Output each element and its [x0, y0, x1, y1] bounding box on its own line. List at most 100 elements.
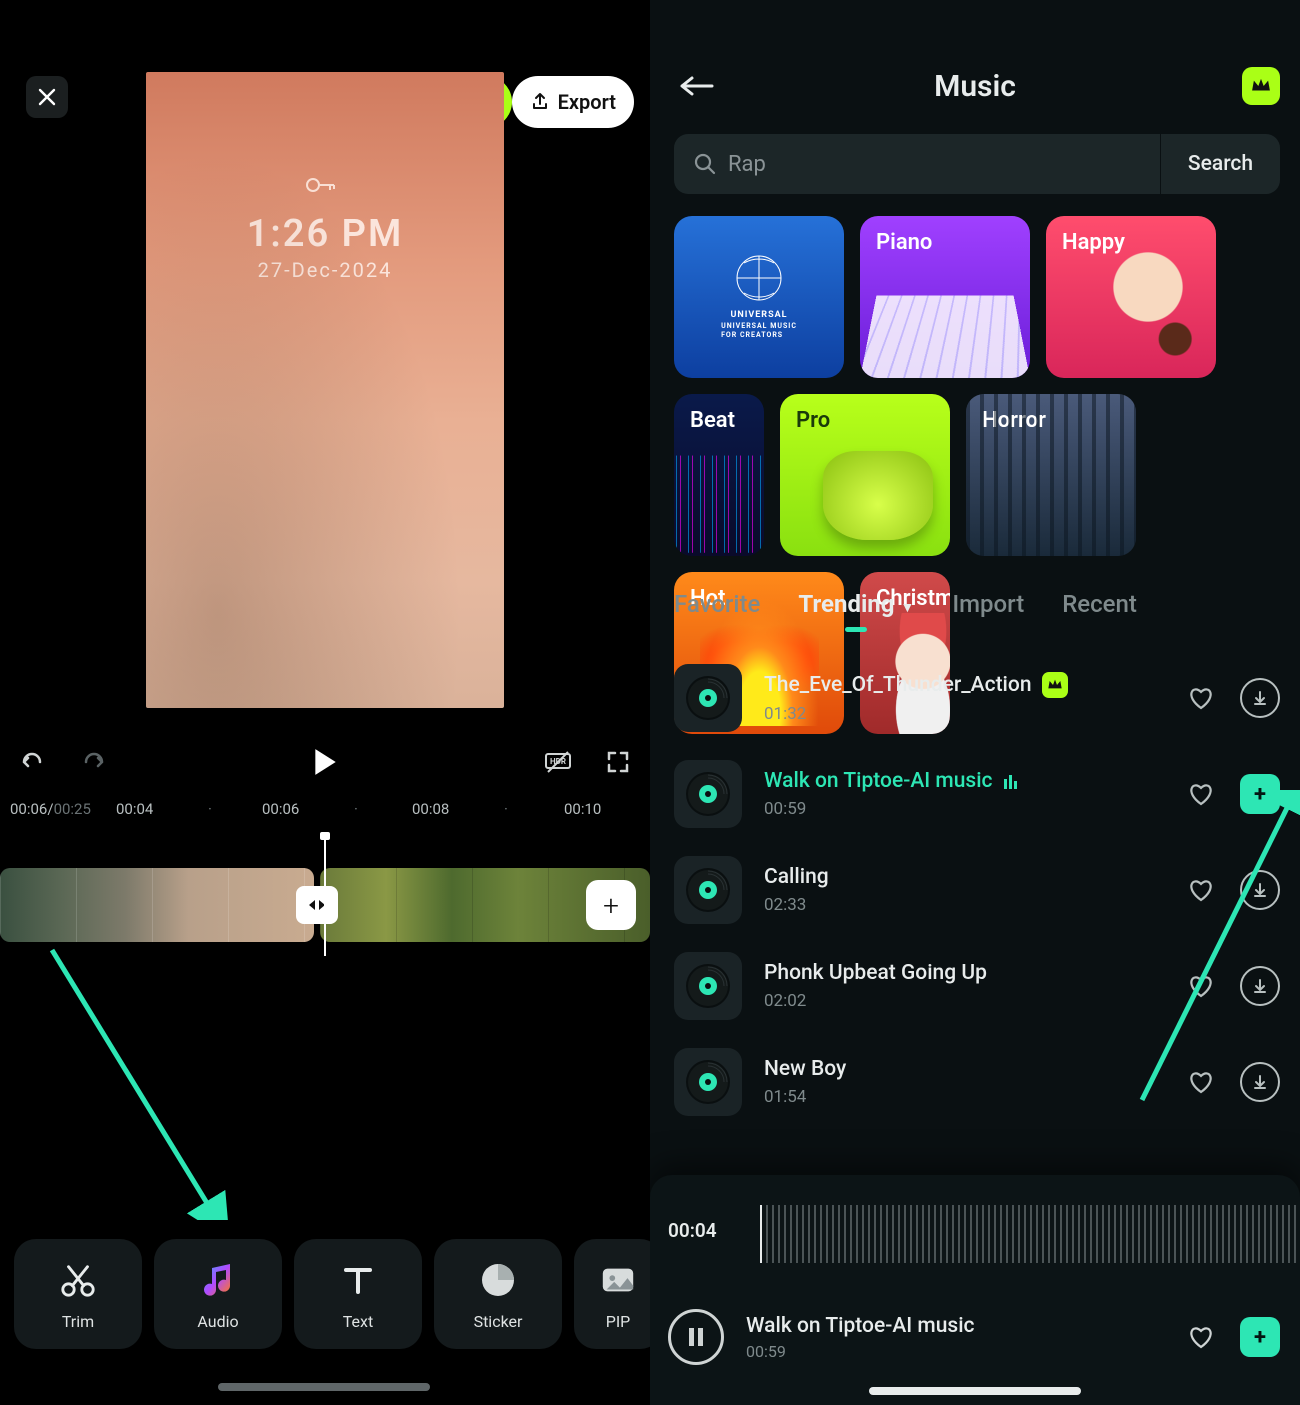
category-piano[interactable]: Piano	[860, 216, 1030, 378]
tab-import[interactable]: Import	[952, 590, 1024, 632]
fullscreen-button[interactable]	[606, 750, 630, 774]
track-add-button[interactable]: +	[1240, 774, 1280, 814]
waveform[interactable]	[760, 1205, 1300, 1263]
play-button[interactable]	[312, 747, 338, 777]
track-row[interactable]: Walk on Tiptoe-AI music 00:59+	[674, 746, 1280, 842]
tab-trending[interactable]: Trending ▼	[798, 590, 914, 632]
track-favorite-button[interactable]	[1188, 686, 1218, 710]
scissors-icon	[59, 1258, 97, 1302]
pip-icon	[599, 1258, 637, 1302]
track-download-button[interactable]	[1240, 678, 1280, 718]
search-button[interactable]: Search	[1160, 134, 1280, 194]
tool-sticker[interactable]: Sticker	[434, 1239, 562, 1349]
track-art	[674, 760, 742, 828]
playhead[interactable]	[324, 832, 326, 956]
heart-icon	[1188, 686, 1214, 710]
track-art	[674, 856, 742, 924]
track-art	[674, 952, 742, 1020]
track-duration: 01:32	[764, 704, 1166, 724]
search-input[interactable]: Rap	[674, 134, 1160, 194]
heart-icon	[1188, 1325, 1214, 1349]
track-title: New Boy	[764, 1057, 1166, 1081]
music-note-icon	[198, 1258, 238, 1302]
np-position: 00:04	[668, 1219, 717, 1242]
sticker-icon	[478, 1258, 518, 1302]
close-button[interactable]	[26, 76, 68, 118]
now-playing-bar: 00:04 Walk on Tiptoe-AI music 00:59 +	[650, 1175, 1300, 1405]
track-favorite-button[interactable]	[1188, 974, 1218, 998]
track-art	[674, 1048, 742, 1116]
track-list: The_Eve_Of_Thunder_Action 01:32Walk on T…	[674, 650, 1280, 1130]
export-button[interactable]: Export	[512, 76, 634, 128]
heart-icon	[1188, 782, 1214, 806]
track-row[interactable]: Phonk Upbeat Going Up 02:02	[674, 938, 1280, 1034]
track-favorite-button[interactable]	[1188, 878, 1218, 902]
download-icon	[1252, 882, 1268, 898]
track-tabs: Favorite Trending ▼ Import Recent	[674, 590, 1280, 632]
track-download-button[interactable]	[1240, 1062, 1280, 1102]
track-row[interactable]: Calling 02:33	[674, 842, 1280, 938]
np-add-button[interactable]: +	[1240, 1317, 1280, 1357]
close-icon	[38, 88, 56, 106]
editor-pane: Pro Export 1:26 PM 27-Dec-2024 HDR 00	[0, 0, 650, 1405]
clock-date: 27-Dec-2024	[146, 258, 504, 282]
annotation-arrow-left	[42, 940, 230, 1220]
tool-audio[interactable]: Audio	[154, 1239, 282, 1349]
clip-1[interactable]	[0, 868, 314, 942]
track-duration: 00:59	[764, 799, 1166, 819]
track-row[interactable]: New Boy 01:54	[674, 1034, 1280, 1130]
tool-pip[interactable]: PIP	[574, 1239, 650, 1349]
category-universal[interactable]: UNIVERSALUNIVERSAL MUSICFOR CREATORS	[674, 216, 844, 378]
key-icon	[306, 177, 336, 193]
track-favorite-button[interactable]	[1188, 1070, 1218, 1094]
pause-icon	[686, 1326, 706, 1348]
np-pause-button[interactable]	[668, 1309, 724, 1365]
tool-text[interactable]: Text	[294, 1239, 422, 1349]
category-happy[interactable]: Happy	[1046, 216, 1216, 378]
track-favorite-button[interactable]	[1188, 782, 1218, 806]
tool-row: Trim Audio Text Sticker	[0, 1239, 650, 1359]
export-label: Export	[558, 90, 616, 114]
clock-time: 1:26 PM	[146, 212, 504, 256]
timeline-ruler[interactable]: 00:06/00:25 00:04 · 00:06 · 00:08 · 00:1…	[0, 800, 650, 830]
undo-button[interactable]	[18, 751, 46, 773]
heart-icon	[1188, 1070, 1214, 1094]
category-beat[interactable]: Beat	[674, 394, 764, 556]
track-art	[674, 664, 742, 732]
pro-badge	[1042, 672, 1068, 698]
tab-favorite[interactable]: Favorite	[674, 590, 760, 632]
music-pane: Music Rap Search UNIVERSALUNIVERSAL MUSI…	[650, 0, 1300, 1405]
transition-handle[interactable]	[296, 886, 338, 924]
download-icon	[1252, 1074, 1268, 1090]
download-icon	[1252, 690, 1268, 706]
wave-playhead[interactable]	[760, 1205, 762, 1263]
heart-icon	[1188, 974, 1214, 998]
track-duration: 01:54	[764, 1087, 1166, 1107]
category-pro[interactable]: Pro	[780, 394, 950, 556]
search-value: Rap	[728, 152, 766, 177]
home-indicator	[218, 1383, 430, 1391]
track-download-button[interactable]	[1240, 870, 1280, 910]
equalizer-icon	[1003, 773, 1021, 789]
add-clip-button[interactable]: +	[586, 880, 636, 930]
category-horror[interactable]: Horror	[966, 394, 1136, 556]
track-title: Calling	[764, 865, 1166, 889]
track-download-button[interactable]	[1240, 966, 1280, 1006]
music-title: Music	[650, 69, 1300, 104]
track-duration: 02:02	[764, 991, 1166, 1011]
np-favorite-button[interactable]	[1188, 1325, 1218, 1349]
music-header: Music	[650, 58, 1300, 114]
redo-button[interactable]	[80, 751, 108, 773]
overlay-clock: 1:26 PM 27-Dec-2024	[146, 212, 504, 282]
tab-recent[interactable]: Recent	[1062, 590, 1137, 632]
heart-icon	[1188, 878, 1214, 902]
track-row[interactable]: The_Eve_Of_Thunder_Action 01:32	[674, 650, 1280, 746]
hdr-toggle-button[interactable]: HDR	[544, 750, 572, 774]
track-title: Phonk Upbeat Going Up	[764, 961, 1166, 985]
crown-icon	[1250, 78, 1272, 94]
video-preview[interactable]: 1:26 PM 27-Dec-2024	[146, 72, 504, 708]
track-duration: 02:33	[764, 895, 1166, 915]
pro-crown-button[interactable]	[1242, 67, 1280, 105]
text-icon	[340, 1258, 376, 1302]
tool-trim[interactable]: Trim	[14, 1239, 142, 1349]
